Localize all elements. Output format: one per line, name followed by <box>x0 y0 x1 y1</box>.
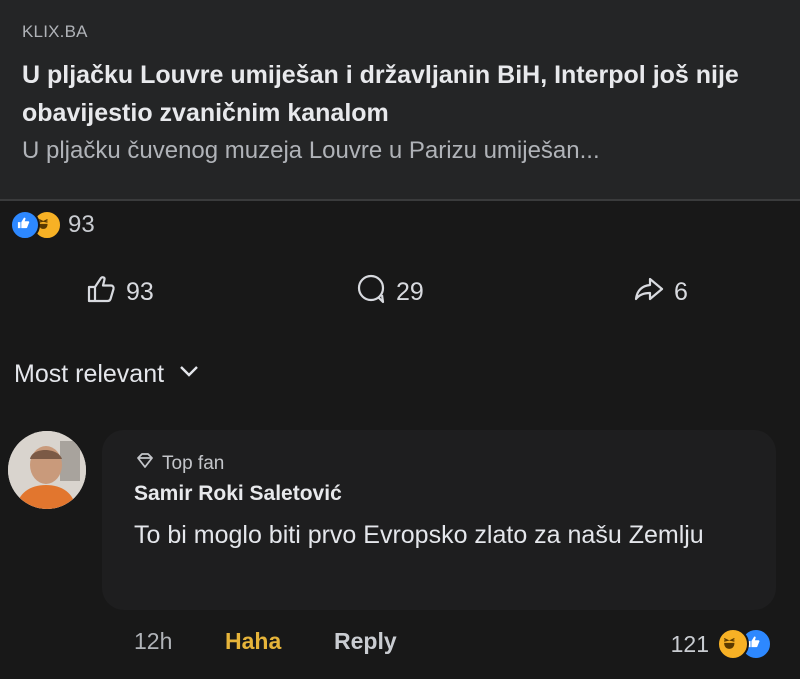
comment-text: To bi moglo biti prvo Evropsko zlato za … <box>134 521 704 549</box>
link-title[interactable]: U pljačku Louvre umiješan i državljanin … <box>22 56 782 132</box>
diamond-icon <box>134 450 156 478</box>
comment-button[interactable]: 29 <box>354 262 424 322</box>
top-fan-badge: Top fan <box>134 450 224 478</box>
like-button[interactable]: 93 <box>84 262 154 322</box>
share-arrow-icon <box>632 272 666 313</box>
comment-timestamp[interactable]: 12h <box>134 628 172 655</box>
thumbs-up-icon <box>84 272 118 313</box>
badge-label: Top fan <box>162 453 225 474</box>
link-preview-card[interactable]: KLIX.BA U pljačku Louvre umiješan i drža… <box>0 0 800 200</box>
link-description: U pljačku čuvenog muzeja Louvre u Parizu… <box>22 137 600 164</box>
comment-reaction-count: 121 <box>670 630 709 657</box>
divider <box>0 199 800 201</box>
post-action-bar: 93 29 6 <box>0 262 800 322</box>
comment-count: 29 <box>396 277 424 306</box>
link-source: KLIX.BA <box>22 22 88 41</box>
react-button[interactable]: Haha <box>225 628 281 655</box>
chevron-down-icon <box>176 358 202 391</box>
like-count: 93 <box>126 277 154 306</box>
like-reaction-icon <box>10 210 40 240</box>
reaction-summary[interactable]: 93 <box>10 210 95 240</box>
share-button[interactable]: 6 <box>632 262 688 322</box>
sort-label: Most relevant <box>14 360 165 388</box>
avatar[interactable] <box>8 431 86 509</box>
comment-reaction-summary[interactable]: 121 <box>671 628 772 660</box>
comment-sort-dropdown[interactable]: Most relevant <box>14 358 202 391</box>
reply-button[interactable]: Reply <box>334 628 397 655</box>
reaction-count: 93 <box>68 211 95 238</box>
share-count: 6 <box>674 277 688 306</box>
haha-reaction-icon <box>717 628 749 660</box>
comment-author[interactable]: Samir Roki Saletović <box>134 482 342 506</box>
comment-bubble-icon <box>354 272 388 313</box>
